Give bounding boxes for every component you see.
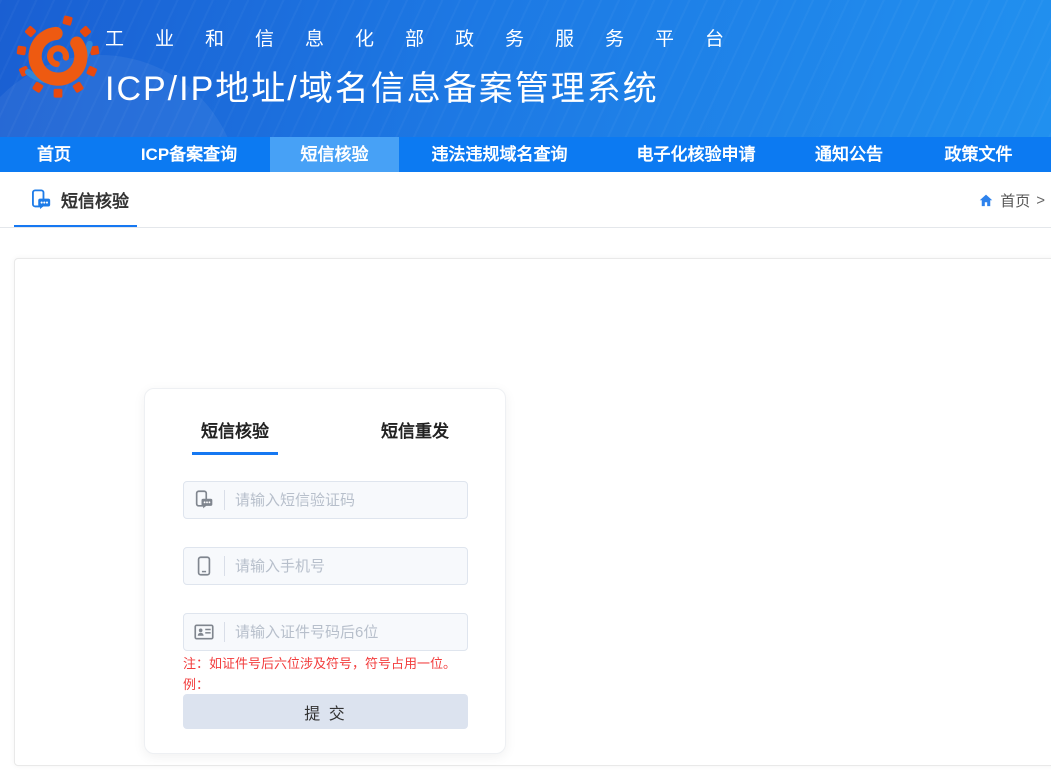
id-number-input[interactable] bbox=[235, 624, 467, 641]
nav-item-policy-files[interactable]: 政策文件 bbox=[906, 137, 1051, 172]
nav-item-sms-verify[interactable]: 短信核验 bbox=[270, 137, 399, 172]
field-divider bbox=[224, 622, 225, 642]
card-tabs: 短信核验 短信重发 bbox=[145, 417, 505, 455]
field-divider bbox=[224, 556, 225, 576]
sms-code-icon bbox=[194, 490, 214, 510]
nav-item-e-verification[interactable]: 电子化核验申请 bbox=[600, 137, 792, 172]
sms-verify-card: 短信核验 短信重发 bbox=[144, 388, 506, 754]
nav-item-illegal-domain-query[interactable]: 违法违规域名查询 bbox=[399, 137, 600, 172]
main-nav: 首页 ICP备案查询 短信核验 违法违规域名查询 电子化核验申请 通知公告 政策… bbox=[0, 137, 1051, 172]
mobile-icon bbox=[194, 556, 214, 576]
nav-item-notices[interactable]: 通知公告 bbox=[792, 137, 906, 172]
section-divider bbox=[0, 227, 1051, 228]
home-icon bbox=[978, 193, 994, 208]
phone-field bbox=[183, 547, 468, 585]
content-panel: 短信核验 短信重发 bbox=[14, 258, 1051, 766]
breadcrumb-separator: > bbox=[1036, 192, 1045, 209]
id-card-icon bbox=[194, 622, 214, 642]
header-banner: 工业和信息化部政务服务平台 ICP/IP地址/域名信息备案管理系统 bbox=[0, 0, 1051, 137]
nav-item-home[interactable]: 首页 bbox=[0, 137, 108, 172]
phone-input[interactable] bbox=[235, 558, 467, 575]
miit-logo-icon bbox=[14, 14, 102, 102]
tab-sms-verify[interactable]: 短信核验 bbox=[145, 417, 325, 455]
page: 工业和信息化部政务服务平台 ICP/IP地址/域名信息备案管理系统 首页 ICP… bbox=[0, 0, 1051, 772]
nav-item-icp-query[interactable]: ICP备案查询 bbox=[108, 137, 270, 172]
sms-code-field bbox=[183, 481, 468, 519]
section-title: 短信核验 bbox=[61, 187, 129, 212]
breadcrumb-home-link[interactable]: 首页 bbox=[1000, 190, 1030, 211]
section-header-row: 短信核验 首页 > bbox=[0, 172, 1051, 228]
platform-name: 工业和信息化部政务服务平台 bbox=[105, 24, 755, 51]
tab-sms-resend[interactable]: 短信重发 bbox=[325, 417, 505, 455]
system-title: ICP/IP地址/域名信息备案管理系统 bbox=[105, 61, 755, 110]
sms-icon bbox=[30, 189, 52, 211]
id-number-field bbox=[183, 613, 468, 651]
id-format-note-line1: 注：如证件号后六位涉及符号，符号占用一位。例： bbox=[183, 653, 475, 695]
sms-code-input[interactable] bbox=[235, 492, 467, 509]
field-divider bbox=[224, 490, 225, 510]
submit-button[interactable]: 提 交 bbox=[183, 694, 468, 729]
breadcrumb: 首页 > bbox=[978, 190, 1045, 211]
